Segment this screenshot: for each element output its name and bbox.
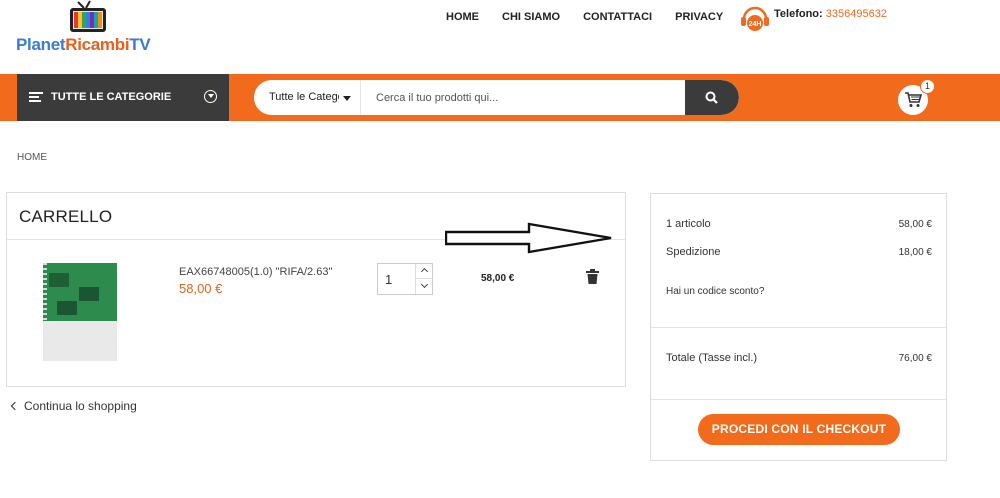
divider — [651, 399, 946, 400]
phone-number[interactable]: 3356495632 — [826, 8, 887, 20]
nav-home[interactable]: HOME — [446, 11, 479, 23]
cart-icon — [905, 92, 922, 107]
quantity-stepper[interactable] — [377, 263, 433, 295]
caret-down-icon — [343, 96, 351, 101]
chevron-down-icon[interactable] — [416, 279, 433, 294]
phone-contact: 24H Telefono: 3356495632 — [738, 4, 938, 34]
headset-icon: 24H — [741, 6, 769, 31]
tv-logo-icon — [70, 0, 106, 32]
phone-24h-badge: 24H — [749, 21, 762, 28]
chevron-down-icon — [204, 90, 217, 103]
quantity-input[interactable] — [378, 264, 414, 294]
quantity-spinner — [415, 264, 433, 294]
summary-items-label: 1 articolo — [666, 218, 711, 230]
annotation-arrow-icon — [445, 222, 612, 254]
search-bar: Tutte le Categorie — [254, 80, 739, 115]
summary-shipping-label: Spedizione — [666, 246, 721, 258]
categories-label: TUTTE LE CATEGORIE — [51, 91, 172, 103]
nav-privacy[interactable]: PRIVACY — [675, 11, 723, 23]
category-select-value: Tutte le Categorie — [269, 91, 339, 103]
site-logo[interactable]: PlanetRicambiTV — [14, 0, 164, 60]
continue-shopping-label: Continua lo shopping — [24, 399, 137, 413]
site-header: PlanetRicambiTV HOME CHI SIAMO CONTATTAC… — [0, 0, 1000, 74]
phone-label: Telefono: 3356495632 — [774, 8, 887, 20]
toolbar: TUTTE LE CATEGORIE Tutte le Categorie 1 — [0, 74, 1000, 121]
summary-total-label: Totale (Tasse incl.) — [666, 352, 758, 364]
main-nav: HOME CHI SIAMO CONTATTACI PRIVACY — [446, 11, 746, 23]
breadcrumb[interactable]: HOME — [17, 152, 47, 163]
logo-text: PlanetRicambiTV — [16, 35, 151, 55]
nav-chi-siamo[interactable]: CHI SIAMO — [502, 11, 560, 23]
summary-items-value: 58,00 € — [898, 219, 932, 230]
trash-icon[interactable] — [586, 269, 599, 284]
summary-total-row: Totale (Tasse incl.) 76,00 € — [666, 352, 932, 364]
divider — [651, 327, 946, 328]
promo-code-link[interactable]: Hai un codice sconto? — [666, 286, 764, 297]
chevron-left-icon — [10, 401, 20, 411]
hamburger-menu-icon — [29, 92, 43, 103]
order-summary: 1 articolo 58,00 € Spedizione 18,00 € Ha… — [650, 193, 947, 461]
summary-total-value: 76,00 € — [898, 353, 932, 364]
product-image[interactable] — [43, 263, 117, 361]
nav-contattaci[interactable]: CONTATTACI — [583, 11, 652, 23]
checkout-button[interactable]: PROCEDI CON IL CHECKOUT — [698, 414, 900, 445]
category-select[interactable]: Tutte le Categorie — [254, 80, 361, 115]
product-price: 58,00 € — [179, 281, 223, 296]
chevron-up-icon[interactable] — [416, 264, 433, 279]
logo-text-planet: Planet — [16, 35, 66, 54]
search-button[interactable] — [685, 80, 739, 115]
summary-shipping-value: 18,00 € — [898, 247, 932, 258]
continue-shopping-link[interactable]: Continua lo shopping — [10, 399, 137, 413]
phone-label-text: Telefono: — [774, 8, 823, 20]
cart-count-badge: 1 — [920, 79, 935, 94]
summary-shipping-row: Spedizione 18,00 € — [666, 246, 932, 258]
logo-text-tv: TV — [129, 35, 151, 54]
cart-title: CARRELLO — [19, 207, 113, 226]
product-name[interactable]: EAX66748005(1.0) "RIFA/2.63" — [179, 266, 332, 278]
search-input[interactable] — [362, 80, 685, 115]
logo-text-ricambi: Ricambi — [65, 35, 130, 54]
summary-items-row: 1 articolo 58,00 € — [666, 218, 932, 230]
categories-menu-button[interactable]: TUTTE LE CATEGORIE — [17, 74, 229, 121]
search-icon — [705, 91, 718, 104]
cart-button[interactable]: 1 — [898, 79, 935, 115]
line-total: 58,00 € — [481, 273, 515, 284]
